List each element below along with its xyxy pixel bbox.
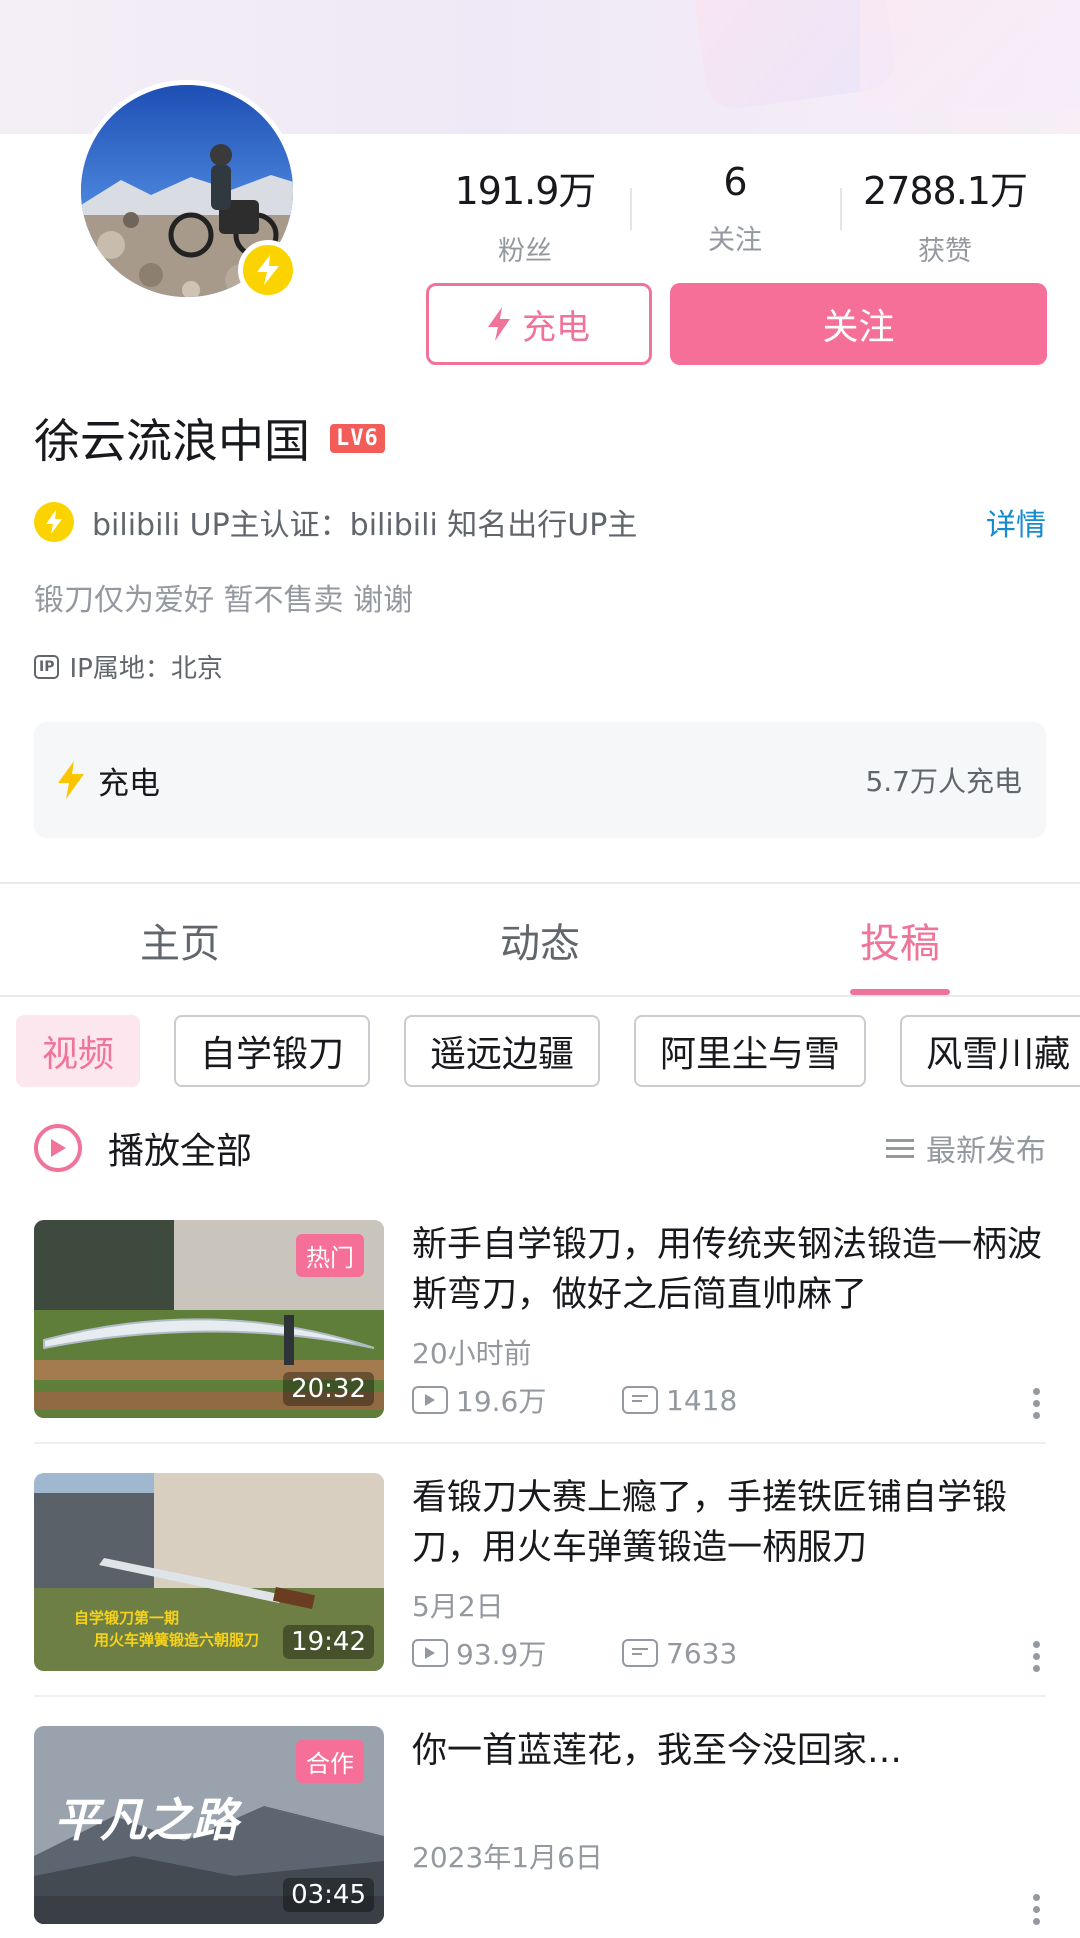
chip-sichuan-tibet[interactable]: 风雪川藏 — [900, 1015, 1080, 1087]
charge-bar-label: 充电 — [98, 765, 160, 802]
sort-button[interactable]: 最新发布 — [886, 1126, 1046, 1170]
follow-button-label: 关注 — [822, 307, 895, 348]
banner-decoration — [860, 0, 1080, 110]
profile-stats: 191.9万 粉丝 6 关注 2788.1万 获赞 — [420, 160, 1050, 267]
comment-count-icon — [622, 1386, 658, 1414]
more-options-icon[interactable] — [1032, 1388, 1040, 1419]
chip-label: 阿里尘与雪 — [660, 1034, 841, 1075]
tab-submissions[interactable]: 投稿 — [720, 885, 1080, 995]
video-thumbnail[interactable]: 平凡之路 合作 03:45 — [34, 1726, 384, 1924]
lightning-icon — [58, 761, 84, 799]
ip-location-row: IP IP属地：北京 — [34, 648, 223, 685]
video-duration: 19:42 — [283, 1625, 374, 1659]
chip-label: 遥远边疆 — [430, 1034, 575, 1075]
view-count: 93.9万 — [412, 1633, 622, 1673]
thumbnail-caption: 用火车弹簧锻造六朝服刀 — [94, 1631, 259, 1649]
divider — [34, 1442, 1046, 1444]
tab-dynamic[interactable]: 动态 — [360, 885, 720, 995]
hot-tag: 热门 — [296, 1234, 364, 1277]
chip-ali[interactable]: 阿里尘与雪 — [634, 1015, 867, 1087]
tab-label: 投稿 — [860, 921, 940, 967]
stat-label: 粉丝 — [498, 236, 552, 267]
play-count-icon — [412, 1386, 448, 1414]
video-card[interactable]: 自学锻刀第一期 用火车弹簧锻造六朝服刀 19:42 看锻刀大赛上瘾了，手搓铁匠铺… — [34, 1473, 1046, 1673]
chip-frontier[interactable]: 遥远边疆 — [404, 1015, 601, 1087]
tab-home[interactable]: 主页 — [0, 885, 360, 995]
follow-button[interactable]: 关注 — [670, 283, 1047, 365]
name-row: 徐云流浪中国 LV6 — [34, 405, 385, 471]
video-card[interactable]: 平凡之路 合作 03:45 你一首蓝莲花，我至今没回家… 2023年1月6日 — [34, 1726, 1046, 1926]
tab-label: 动态 — [500, 921, 580, 967]
video-date: 2023年1月6日 — [412, 1841, 603, 1874]
profile-tabs: 主页 动态 投稿 — [0, 885, 1080, 995]
level-badge: LV6 — [330, 423, 385, 453]
divider — [34, 1695, 1046, 1697]
video-duration: 20:32 — [283, 1372, 374, 1406]
play-all-icon[interactable] — [34, 1124, 82, 1172]
play-all-button[interactable]: 播放全部 — [108, 1122, 886, 1174]
sort-label: 最新发布 — [926, 1134, 1046, 1169]
video-stats: 93.9万 7633 — [412, 1633, 832, 1673]
chip-label: 风雪川藏 — [926, 1034, 1071, 1075]
video-date: 5月2日 — [412, 1590, 504, 1623]
stat-label: 关注 — [708, 225, 762, 256]
more-options-icon[interactable] — [1032, 1894, 1040, 1925]
chip-video[interactable]: 视频 — [16, 1015, 141, 1087]
comment-count: 7633 — [622, 1637, 832, 1670]
stat-value: 191.9万 — [454, 169, 597, 213]
verification-detail-link[interactable]: 详情 — [986, 500, 1046, 544]
charge-bar[interactable]: 充电 5.7万人充电 — [34, 722, 1046, 838]
comment-count-value: 7633 — [666, 1636, 738, 1670]
video-stats: 19.6万 1418 — [412, 1380, 832, 1420]
charge-button[interactable]: 充电 — [426, 283, 652, 365]
video-thumbnail[interactable]: 自学锻刀第一期 用火车弹簧锻造六朝服刀 19:42 — [34, 1473, 384, 1671]
comment-count-icon — [622, 1639, 658, 1667]
chip-label: 自学锻刀 — [200, 1034, 345, 1075]
video-title[interactable]: 看锻刀大赛上瘾了，手搓铁匠铺自学锻刀，用火车弹簧锻造一柄服刀 — [412, 1473, 1046, 1573]
verified-lightning-icon — [34, 502, 74, 542]
stat-value: 2788.1万 — [863, 169, 1028, 213]
collection-chips: 视频 自学锻刀 遥远边疆 阿里尘与雪 风雪川藏 — [16, 1015, 1080, 1087]
thumbnail-caption: 自学锻刀第一期 — [74, 1609, 179, 1627]
stat-likes[interactable]: 2788.1万 获赞 — [840, 160, 1050, 267]
view-count-value: 19.6万 — [456, 1385, 547, 1418]
collab-tag: 合作 — [296, 1740, 364, 1783]
video-date: 20小时前 — [412, 1337, 532, 1370]
menu-icon — [886, 1139, 914, 1158]
chip-label: 视频 — [42, 1034, 115, 1075]
username: 徐云流浪中国 — [34, 414, 310, 468]
stat-label: 获赞 — [918, 236, 972, 267]
play-count-icon — [412, 1639, 448, 1667]
verification-row: bilibili UP主认证：bilibili 知名出行UP主 详情 — [34, 500, 1046, 544]
video-duration: 03:45 — [283, 1878, 374, 1912]
more-options-icon[interactable] — [1032, 1641, 1040, 1672]
lightning-icon — [488, 307, 510, 341]
view-count-value: 93.9万 — [456, 1638, 547, 1671]
ip-location-text: IP属地：北京 — [69, 654, 223, 684]
thumbnail-caption: 平凡之路 — [54, 1793, 243, 1847]
charge-badge-icon — [238, 240, 298, 300]
stat-following[interactable]: 6 关注 — [630, 160, 840, 260]
verification-text: bilibili UP主认证：bilibili 知名出行UP主 — [92, 508, 638, 543]
divider — [0, 995, 1080, 997]
comment-count-value: 1418 — [666, 1383, 738, 1417]
charge-button-label: 充电 — [522, 307, 590, 348]
stat-value: 6 — [723, 160, 747, 204]
ip-icon: IP — [34, 654, 60, 679]
stat-followers[interactable]: 191.9万 粉丝 — [420, 160, 630, 267]
play-all-row: 播放全部 最新发布 — [34, 1122, 1046, 1174]
video-title[interactable]: 你一首蓝莲花，我至今没回家… — [412, 1726, 1046, 1776]
view-count: 19.6万 — [412, 1380, 622, 1420]
tab-label: 主页 — [140, 921, 220, 967]
comment-count: 1418 — [622, 1384, 832, 1417]
video-card[interactable]: 热门 20:32 新手自学锻刀，用传统夹钢法锻造一柄波斯弯刀，做好之后简直帅麻了… — [34, 1220, 1046, 1420]
video-title[interactable]: 新手自学锻刀，用传统夹钢法锻造一柄波斯弯刀，做好之后简直帅麻了 — [412, 1220, 1046, 1320]
user-signature: 锻刀仅为爱好 暂不售卖 谢谢 — [34, 583, 414, 618]
chip-forging[interactable]: 自学锻刀 — [174, 1015, 371, 1087]
divider — [0, 882, 1080, 884]
video-thumbnail[interactable]: 热门 20:32 — [34, 1220, 384, 1418]
charge-count: 5.7万人充电 — [865, 765, 1022, 798]
